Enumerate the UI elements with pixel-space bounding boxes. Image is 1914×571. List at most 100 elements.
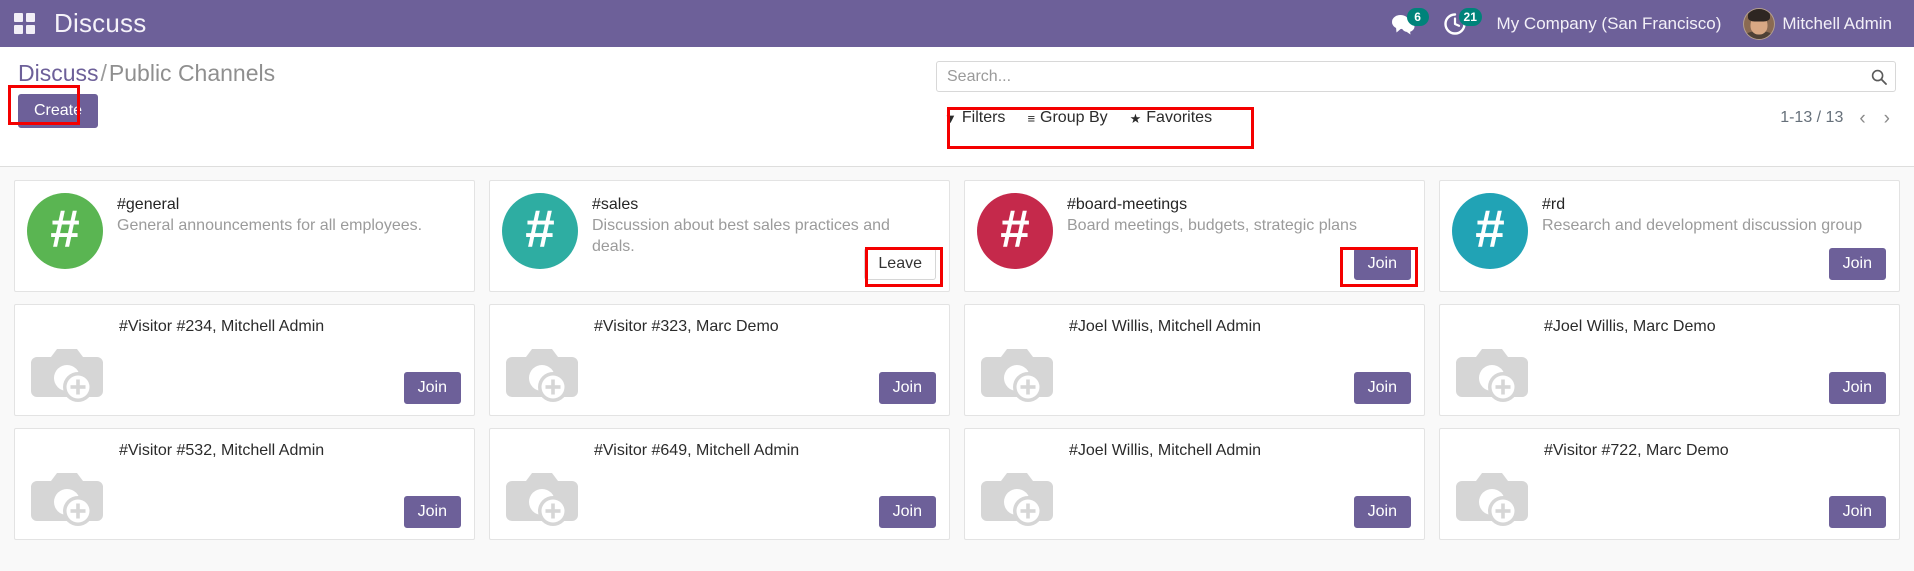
kanban-card-body[interactable]: #Visitor #234, Mitchell Admin Join [14, 304, 475, 416]
company-switcher[interactable]: My Company (San Francisco) [1483, 14, 1744, 34]
chevron-right-icon[interactable]: › [1882, 109, 1892, 128]
pager: 1-13 / 13 ‹ › [1780, 109, 1896, 128]
hash-avatar: # [1452, 193, 1528, 269]
kanban-card[interactable]: #Joel Willis, Mitchell Admin Join [957, 298, 1432, 422]
pager-count: 1-13 / 13 [1780, 109, 1844, 126]
kanban-card[interactable]: #Joel Willis, Mitchell Admin Join [957, 422, 1432, 546]
kanban-card[interactable]: #Visitor #323, Marc Demo Join [482, 298, 957, 422]
kanban-card-title: #sales [592, 196, 639, 213]
kanban-card-action: Join [403, 371, 461, 404]
kanban-card-action: Join [1828, 495, 1886, 528]
user-name: Mitchell Admin [1782, 13, 1892, 33]
kanban-card-action: Join [1353, 247, 1411, 280]
join-button[interactable]: Join [403, 371, 461, 404]
kanban-card-body[interactable]: #Visitor #722, Marc Demo Join [1439, 428, 1900, 540]
kanban-card-body[interactable]: #Visitor #649, Mitchell Admin Join [489, 428, 950, 540]
kanban-card-title: #Visitor #323, Marc Demo [594, 318, 779, 335]
app-title: Discuss [54, 7, 147, 38]
camera-placeholder-icon [979, 463, 1055, 531]
kanban-card-title: #Joel Willis, Mitchell Admin [1069, 442, 1262, 459]
leave-button[interactable]: Leave [864, 247, 936, 280]
group-by-menu[interactable]: ≡ Group By [1027, 109, 1107, 127]
filters-menu[interactable]: ▼ Filters [944, 109, 1005, 127]
kanban-card[interactable]: #Visitor #532, Mitchell Admin Join [7, 422, 482, 546]
join-button[interactable]: Join [878, 495, 936, 528]
kanban-card-title: #Joel Willis, Mitchell Admin [1069, 318, 1262, 335]
breadcrumb-separator: / [100, 60, 107, 86]
join-button[interactable]: Join [1353, 371, 1411, 404]
camera-placeholder-icon [504, 339, 580, 407]
kanban-card-body[interactable]: # #sales Discussion about best sales pract… [489, 180, 950, 292]
favorites-menu[interactable]: ★ Favorites [1130, 109, 1212, 127]
join-button[interactable]: Join [1828, 247, 1886, 280]
control-panel: Discuss/Public Channels Create Search...… [0, 47, 1914, 167]
kanban-card-title: #Visitor #234, Mitchell Admin [119, 318, 325, 335]
kanban-card-title: #board-meetings [1067, 196, 1188, 213]
activities-menu[interactable]: 21 [1433, 0, 1483, 47]
join-button[interactable]: Join [1828, 495, 1886, 528]
join-button[interactable]: Join [1353, 495, 1411, 528]
kanban-card[interactable]: # #board-meetings Board meetings, budgets,… [957, 174, 1432, 298]
kanban-card-title: #Visitor #532, Mitchell Admin [119, 442, 325, 459]
kanban-card-action: Join [1353, 371, 1411, 404]
hash-avatar: # [27, 193, 103, 269]
join-button[interactable]: Join [1353, 247, 1411, 280]
kanban-card-action: Join [1353, 495, 1411, 528]
kanban-card-body[interactable]: #Joel Willis, Marc Demo Join [1439, 304, 1900, 416]
search-panel: Search... ▼ Filters ≡ Group By ★ Favorit… [936, 61, 1896, 132]
kanban-card-title: #Visitor #722, Marc Demo [1544, 442, 1729, 459]
apps-grid-icon[interactable] [14, 12, 36, 35]
activities-count-badge: 21 [1458, 8, 1482, 26]
messages-menu[interactable]: 6 [1381, 0, 1433, 47]
search-placeholder: Search... [947, 67, 1012, 85]
filters-label: Filters [961, 109, 1006, 126]
kanban-card[interactable]: #Visitor #722, Marc Demo Join [1432, 422, 1907, 546]
join-button[interactable]: Join [878, 371, 936, 404]
create-button[interactable]: Create [18, 94, 99, 129]
camera-placeholder-icon [29, 463, 105, 531]
kanban-card[interactable]: # #general General announcements for all e… [7, 174, 482, 298]
user-menu[interactable]: Mitchell Admin [1743, 7, 1896, 40]
breadcrumb-root[interactable]: Discuss [18, 60, 99, 86]
group-by-label: Group By [1040, 109, 1108, 126]
kanban-card-action: Join [403, 495, 461, 528]
kanban-card-title: #Visitor #649, Mitchell Admin [594, 442, 800, 459]
camera-placeholder-icon [29, 339, 105, 407]
breadcrumb: Discuss/Public Channels [18, 60, 275, 86]
avatar [1743, 7, 1776, 40]
join-button[interactable]: Join [403, 495, 461, 528]
star-icon: ★ [1129, 110, 1142, 126]
kanban-card-body[interactable]: # #rd Research and development discussion … [1439, 180, 1900, 292]
hash-avatar: # [502, 193, 578, 269]
filters-group: ▼ Filters ≡ Group By ★ Favorites [936, 107, 1222, 129]
chevron-left-icon[interactable]: ‹ [1857, 109, 1867, 128]
camera-placeholder-icon [504, 463, 580, 531]
kanban-card-title: #general [117, 196, 180, 213]
kanban-card-body[interactable]: # #board-meetings Board meetings, budgets,… [964, 180, 1425, 292]
kanban-card[interactable]: # #sales Discussion about best sales pract… [482, 174, 957, 298]
kanban-card-action: Join [878, 495, 936, 528]
camera-placeholder-icon [1454, 339, 1530, 407]
filter-funnel-icon: ▼ [944, 110, 957, 126]
kanban-card-action: Join [1828, 371, 1886, 404]
kanban-card-action: Join [878, 371, 936, 404]
kanban-card-content: #general General announcements for all em… [117, 193, 460, 281]
kanban-card-body[interactable]: #Joel Willis, Mitchell Admin Join [964, 428, 1425, 540]
kanban-card[interactable]: #Visitor #649, Mitchell Admin Join [482, 422, 957, 546]
kanban-card-description: General announcements for all employees. [117, 217, 423, 234]
kanban-card-action: Leave [864, 247, 936, 280]
kanban-card-body[interactable]: #Joel Willis, Mitchell Admin Join [964, 304, 1425, 416]
search-input[interactable]: Search... [936, 61, 1896, 92]
kanban-card-title: #Joel Willis, Marc Demo [1544, 318, 1716, 335]
search-icon[interactable] [1871, 69, 1887, 85]
kanban-card-body[interactable]: # #general General announcements for all e… [14, 180, 475, 292]
kanban-card[interactable]: #Joel Willis, Marc Demo Join [1432, 298, 1907, 422]
kanban-card-body[interactable]: #Visitor #532, Mitchell Admin Join [14, 428, 475, 540]
kanban-card[interactable]: # #rd Research and development discussion … [1432, 174, 1907, 298]
top-navbar: Discuss 6 21 My Company (San Francisco) … [0, 0, 1914, 47]
kanban-card[interactable]: #Visitor #234, Mitchell Admin Join [7, 298, 482, 422]
join-button[interactable]: Join [1828, 371, 1886, 404]
kanban-card-body[interactable]: #Visitor #323, Marc Demo Join [489, 304, 950, 416]
kanban-board: # #general General announcements for all e… [0, 167, 1914, 546]
camera-placeholder-icon [979, 339, 1055, 407]
